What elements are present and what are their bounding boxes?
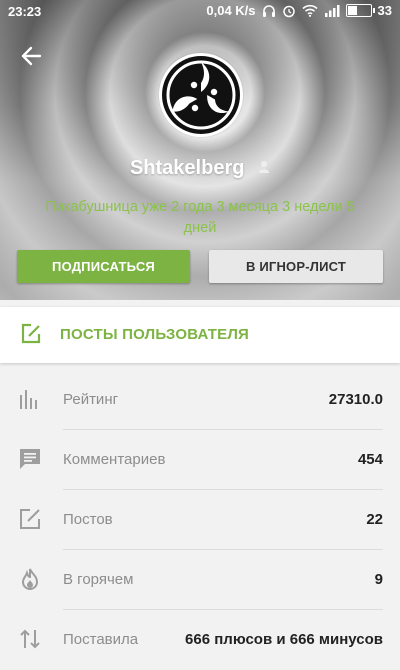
status-bar: 23:23 0,04 K/s 33 bbox=[0, 0, 400, 24]
stat-label: В горячем bbox=[63, 571, 134, 588]
bdsm-triskelion-icon bbox=[162, 56, 240, 134]
battery-icon bbox=[345, 4, 375, 17]
stat-hot: В горячем 9 bbox=[0, 550, 400, 610]
flame-icon bbox=[18, 567, 42, 591]
edit-icon bbox=[18, 507, 42, 531]
username-row: Shtakelberg bbox=[0, 157, 400, 180]
user-stats-list: Рейтинг 27310.0 Комментариев 454 Постов … bbox=[0, 370, 400, 670]
wifi-icon bbox=[301, 4, 318, 17]
subscribe-button[interactable]: ПОДПИСАТЬСЯ bbox=[17, 250, 190, 283]
stat-label: Рейтинг bbox=[63, 391, 119, 408]
user-posts-link[interactable]: ПОСТЫ ПОЛЬЗОВАТЕЛЯ bbox=[0, 307, 400, 363]
stat-value: 22 bbox=[366, 511, 383, 528]
network-speed: 0,04 K/s bbox=[206, 3, 256, 18]
stat-value: 454 bbox=[357, 451, 383, 468]
bar-chart-icon bbox=[18, 387, 42, 411]
swap-vertical-icon bbox=[18, 627, 42, 651]
stat-label: Постов bbox=[63, 511, 113, 528]
stat-posts: Постов 22 bbox=[0, 490, 400, 550]
status-icons: 0,04 K/s 33 bbox=[206, 3, 392, 18]
battery-level: 33 bbox=[377, 3, 392, 18]
user-posts-label: ПОСТЫ ПОЛЬЗОВАТЕЛЯ bbox=[60, 326, 250, 343]
stat-value: 9 bbox=[374, 571, 383, 588]
stat-value: 666 плюсов и 666 минусов bbox=[185, 631, 383, 648]
avatar[interactable] bbox=[159, 53, 243, 137]
back-button[interactable] bbox=[18, 42, 46, 70]
stat-label: Поставила bbox=[63, 631, 139, 648]
stat-rating: Рейтинг 27310.0 bbox=[0, 370, 400, 430]
stat-comments: Комментариев 454 bbox=[0, 430, 400, 490]
alarm-icon bbox=[282, 5, 295, 17]
gender-female-icon bbox=[258, 157, 270, 180]
stat-value: 27310.0 bbox=[328, 391, 383, 408]
headset-icon bbox=[262, 4, 275, 17]
edit-icon bbox=[20, 323, 42, 350]
stat-votes: Поставила 666 плюсов и 666 минусов bbox=[0, 610, 400, 670]
comment-icon bbox=[18, 447, 42, 471]
ignore-list-button[interactable]: В ИГНОР-ЛИСТ bbox=[209, 250, 383, 283]
tenure-text: Пикабушница уже 2 года 3 месяца 3 недели… bbox=[45, 199, 355, 236]
arrow-left-icon bbox=[21, 46, 42, 66]
username: Shtakelberg bbox=[129, 157, 245, 179]
stat-label: Комментариев bbox=[63, 451, 166, 468]
clock: 23:23 bbox=[8, 4, 42, 19]
signal-icon bbox=[324, 5, 340, 17]
